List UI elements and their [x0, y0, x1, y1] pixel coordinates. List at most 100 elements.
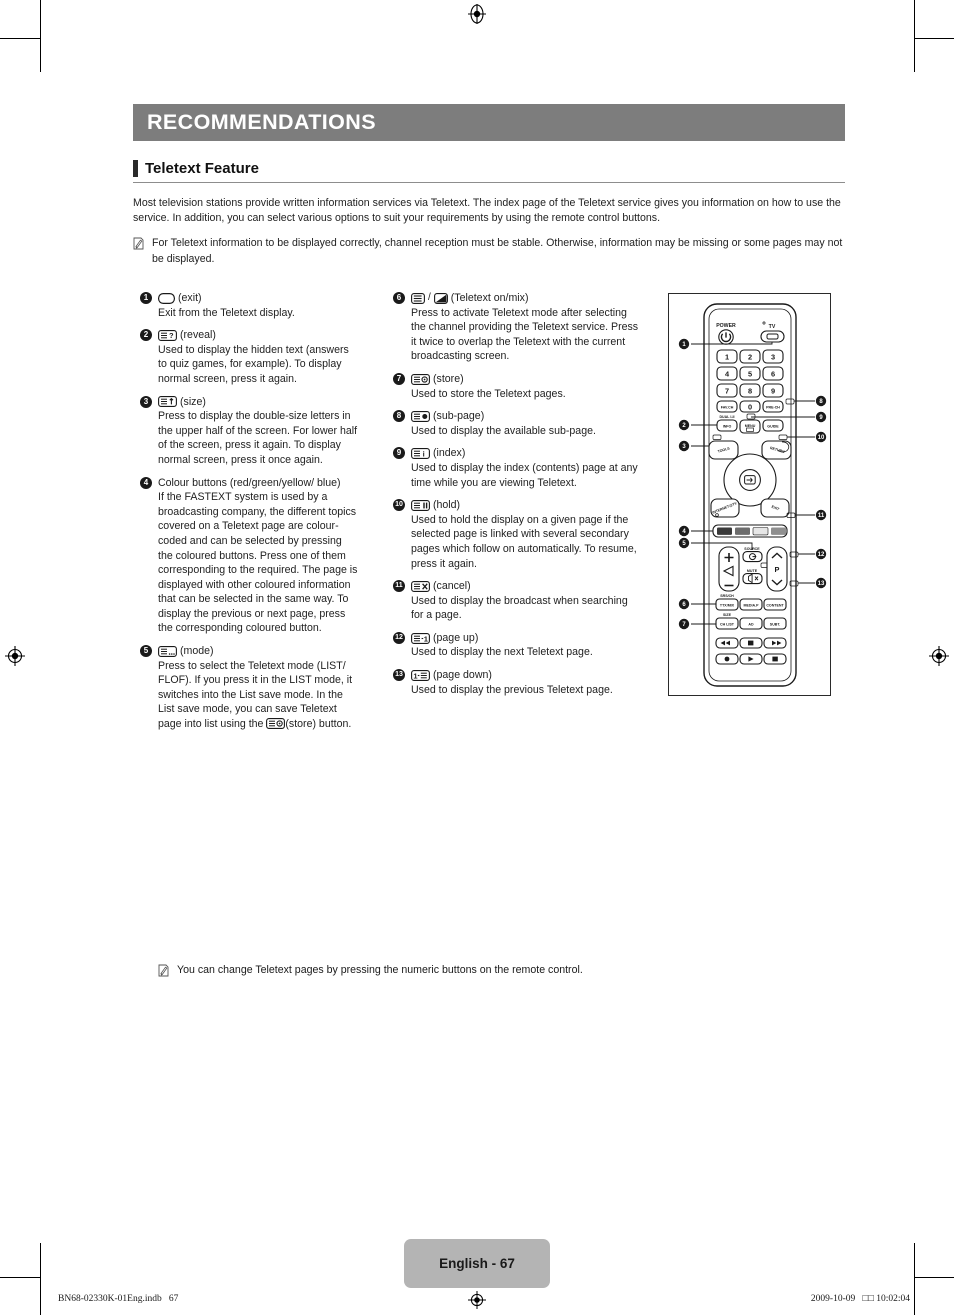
svg-text:FAV.CH: FAV.CH [721, 406, 734, 410]
item-number: 2 [140, 329, 152, 342]
list-item: 13 1 (page down) Used to display the pre… [393, 668, 643, 697]
svg-text:SIZE: SIZE [723, 613, 732, 617]
registration-mark-left [5, 646, 25, 666]
item-body: Used to display the next Teletext page. [411, 646, 593, 659]
item-body-part2: (store) button. [285, 718, 352, 731]
chapter-banner: RECOMMENDATIONS [133, 104, 845, 141]
item-number: 7 [393, 372, 405, 385]
item-label: (sub-page) [433, 410, 485, 423]
crop-mark-right-lower [914, 1277, 954, 1278]
item-number: 11 [393, 580, 405, 593]
sub-page-key-icon [411, 411, 430, 422]
exit-key-icon [158, 292, 175, 304]
item-body: Used to display the available sub-page. [411, 424, 596, 437]
item-body: Used to display the hidden text (answers… [158, 343, 349, 385]
item-number: 10 [393, 499, 405, 512]
svg-text:GUIDE: GUIDE [767, 425, 779, 429]
item-number: 5 [140, 645, 152, 658]
list-item: 2 ? (reveal) Used to display the hidden … [140, 328, 358, 386]
item-label: (page down) [433, 669, 492, 682]
size-key-icon [158, 396, 177, 408]
glyph-separator: / [428, 292, 431, 303]
store-key-icon [411, 373, 430, 385]
item-label: (cancel) [433, 580, 471, 593]
svg-text:5: 5 [748, 370, 752, 379]
svg-text:AD: AD [748, 623, 754, 627]
teletext-on-key-icon [411, 292, 425, 304]
svg-text:9: 9 [771, 387, 775, 396]
item-body: Used to display the index (contents) pag… [411, 461, 638, 489]
svg-text:CONTENT: CONTENT [766, 604, 784, 608]
svg-text:1: 1 [424, 634, 429, 643]
note-pencil-icon [133, 237, 144, 250]
crop-mark-bottom-right [914, 1243, 915, 1315]
list-item: 8 (sub-page) Used to display the availab… [393, 409, 643, 438]
crop-mark-top-left [40, 0, 41, 72]
svg-text:SUBT.: SUBT. [770, 623, 781, 627]
svg-text:11: 11 [818, 513, 825, 519]
item-number: 3 [140, 395, 152, 408]
note-pencil-icon [158, 964, 169, 977]
item-body: Press to select the Teletext mode (LIST/… [158, 659, 358, 732]
list-item: 7 (store) Used to store the Teletext pag… [393, 372, 643, 401]
item-label: (mode) [180, 645, 214, 658]
svg-text:POWER: POWER [716, 323, 736, 329]
svg-text:MUTE: MUTE [747, 569, 758, 573]
item-body: Press to activate Teletext mode after se… [411, 306, 639, 363]
item-label: (reveal) [180, 329, 216, 342]
svg-text:TV: TV [769, 324, 776, 330]
list-item: 12 1 (page up) Used to display the next … [393, 631, 643, 660]
list-item: 5 (mode) Press to select the Teletext mo… [140, 644, 358, 732]
item-number: 9 [393, 447, 405, 460]
list-item: 11 (cancel) Used to display the broadcas… [393, 579, 643, 623]
list-item: 9 i (index) Used to display the index (c… [393, 446, 643, 490]
registration-mark-icon [468, 1291, 486, 1309]
svg-text:3: 3 [771, 353, 775, 362]
svg-text:6: 6 [771, 370, 775, 379]
svg-text:P: P [775, 565, 780, 574]
registration-mark-right [929, 646, 949, 666]
svg-text:SRS/CH: SRS/CH [720, 594, 734, 598]
svg-text:?: ? [169, 331, 174, 340]
list-item: 1 (exit) Exit from the Teletext display. [140, 291, 358, 320]
svg-text:10: 10 [818, 435, 825, 441]
item-number: 13 [393, 669, 405, 682]
left-column: 1 (exit) Exit from the Teletext display.… [140, 291, 358, 732]
svg-text:1: 1 [725, 353, 729, 362]
item-number: 12 [393, 631, 405, 644]
item-number: 8 [393, 410, 405, 423]
intro-block: Most television stations provide written… [133, 196, 845, 267]
item-body: If the FASTEXT system is used by a broad… [158, 491, 358, 635]
page-number-label: English - 67 [439, 1256, 515, 1271]
section-header: Teletext Feature [133, 160, 845, 183]
item-body: Used to hold the display on a given page… [411, 513, 637, 570]
chapter-title: RECOMMENDATIONS [147, 109, 376, 134]
item-body: Used to display the previous Teletext pa… [411, 683, 613, 696]
page-number-tab: English - 67 [404, 1239, 550, 1288]
section-accent-bar [133, 160, 138, 177]
svg-text:7: 7 [725, 387, 729, 396]
list-item: 10 (hold) Used to hold the display on a … [393, 498, 643, 571]
hold-key-icon [411, 499, 430, 511]
document-page: RECOMMENDATIONS Teletext Feature Most te… [0, 0, 954, 1315]
item-body: Used to store the Teletext pages. [411, 387, 566, 400]
svg-text:INFO: INFO [723, 425, 732, 429]
svg-text:8: 8 [748, 387, 752, 396]
item-body: Used to display the broadcast when searc… [411, 594, 628, 622]
footer-timestamp: 2009-10-09 □□ 10:02:04 [810, 1294, 910, 1304]
svg-text:MENU: MENU [745, 424, 756, 428]
intro-paragraph: Most television stations provide written… [133, 197, 841, 225]
svg-text:MEDIA.P: MEDIA.P [744, 604, 760, 608]
item-body: Exit from the Teletext display. [158, 306, 295, 319]
item-number: 1 [140, 292, 152, 304]
item-number: 6 [393, 292, 405, 304]
item-label: (store) [433, 372, 464, 385]
bottom-note-text: You can change Teletext pages by pressin… [177, 964, 583, 976]
page-up-key-icon: 1 [411, 632, 430, 644]
item-label: (index) [433, 447, 466, 460]
svg-text:DUAL I-II: DUAL I-II [719, 415, 734, 419]
remote-control-diagram: .bdy { fill:#fff; stroke:#1a1a1a; stroke… [668, 293, 831, 696]
svg-text:1: 1 [413, 671, 418, 680]
intro-note-row: For Teletext information to be displayed… [133, 236, 845, 266]
svg-text:TTX/MIX: TTX/MIX [720, 604, 735, 608]
